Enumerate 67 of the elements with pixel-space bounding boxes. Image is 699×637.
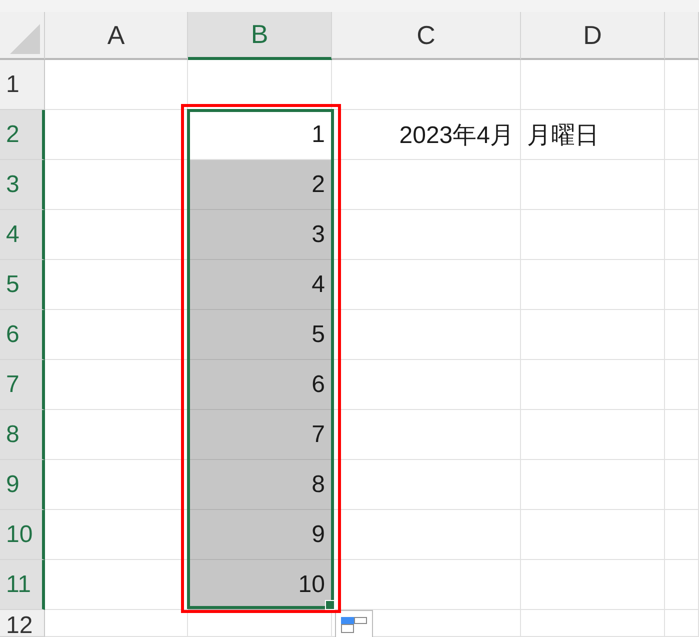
table-cell[interactable] <box>521 210 665 260</box>
row-header[interactable]: 10 <box>0 510 45 560</box>
column-header[interactable]: D <box>521 12 665 60</box>
table-cell[interactable] <box>665 510 699 560</box>
table-cell[interactable] <box>665 160 699 210</box>
table-cell[interactable] <box>665 210 699 260</box>
table-cell[interactable]: 2023年4月 <box>332 110 521 160</box>
row-header[interactable]: 3 <box>0 160 45 210</box>
table-cell[interactable] <box>665 560 699 610</box>
table-cell[interactable] <box>521 60 665 110</box>
table-cell[interactable] <box>332 610 521 637</box>
table-cell[interactable] <box>665 310 699 360</box>
column-header[interactable]: A <box>45 12 188 60</box>
column-header[interactable] <box>665 12 699 60</box>
table-cell[interactable] <box>521 610 665 637</box>
table-cell[interactable] <box>521 310 665 360</box>
table-cell[interactable]: 8 <box>188 460 332 510</box>
table-cell[interactable] <box>332 360 521 410</box>
select-all-corner[interactable] <box>0 12 45 60</box>
table-cell[interactable] <box>521 410 665 460</box>
table-cell[interactable] <box>521 460 665 510</box>
table-cell[interactable] <box>332 160 521 210</box>
table-cell[interactable]: 5 <box>188 310 332 360</box>
row-header[interactable]: 6 <box>0 310 45 360</box>
table-cell[interactable]: 4 <box>188 260 332 310</box>
row-header[interactable]: 1 <box>0 60 45 110</box>
table-cell[interactable] <box>332 260 521 310</box>
table-cell[interactable]: 3 <box>188 210 332 260</box>
column-header[interactable]: C <box>332 12 521 60</box>
table-cell[interactable] <box>665 360 699 410</box>
quick-analysis-icon[interactable] <box>335 610 373 637</box>
table-cell[interactable]: 2 <box>188 160 332 210</box>
table-cell[interactable] <box>665 460 699 510</box>
row-header[interactable]: 7 <box>0 360 45 410</box>
table-cell[interactable] <box>521 260 665 310</box>
row-header[interactable]: 8 <box>0 410 45 460</box>
table-cell[interactable] <box>332 460 521 510</box>
table-cell[interactable]: 6 <box>188 360 332 410</box>
table-cell[interactable] <box>521 160 665 210</box>
row-header[interactable]: 9 <box>0 460 45 510</box>
table-cell[interactable]: 7 <box>188 410 332 460</box>
table-cell[interactable]: 10 <box>188 560 332 610</box>
table-cell[interactable] <box>665 260 699 310</box>
row-header[interactable]: 5 <box>0 260 45 310</box>
table-cell[interactable] <box>45 610 188 637</box>
row-header[interactable]: 2 <box>0 110 45 160</box>
table-cell[interactable] <box>665 60 699 110</box>
table-cell[interactable] <box>332 410 521 460</box>
row-header[interactable]: 4 <box>0 210 45 260</box>
column-header[interactable]: B <box>188 12 332 60</box>
table-cell[interactable] <box>188 610 332 637</box>
table-cell[interactable] <box>332 310 521 360</box>
table-cell[interactable] <box>665 610 699 637</box>
table-cell[interactable] <box>665 410 699 460</box>
table-cell[interactable] <box>521 510 665 560</box>
row-header[interactable]: 12 <box>0 610 45 637</box>
table-cell[interactable] <box>45 60 188 110</box>
row-header[interactable]: 11 <box>0 560 45 610</box>
fill-handle[interactable] <box>325 600 335 610</box>
table-cell[interactable] <box>521 560 665 610</box>
table-cell[interactable] <box>521 360 665 410</box>
table-cell[interactable]: 9 <box>188 510 332 560</box>
table-cell[interactable] <box>332 210 521 260</box>
table-cell[interactable]: 月曜日 <box>521 110 665 160</box>
table-cell[interactable] <box>332 60 521 110</box>
table-cell[interactable] <box>332 510 521 560</box>
table-cell[interactable] <box>665 110 699 160</box>
